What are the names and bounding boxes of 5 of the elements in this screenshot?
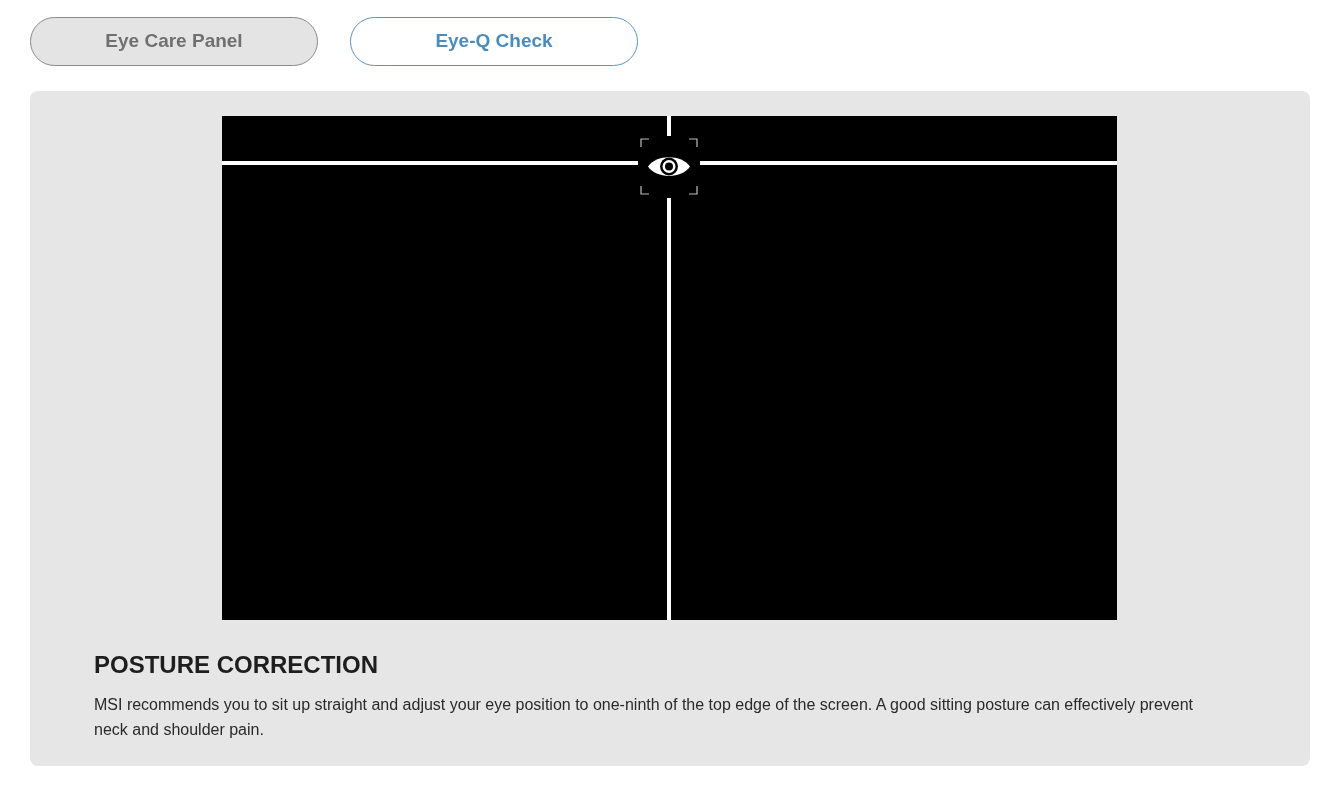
tab[interactable]: Eye-Q Check <box>350 17 638 66</box>
section-description: MSI recommends you to sit up straight and adjust your eye position to one-ninth of the top edge of the screen. A good sitting posture can effectively prevent neck and shoulder pain. <box>94 695 1195 740</box>
section-title: POSTURE CORRECTION <box>94 650 378 680</box>
eye-icon <box>640 138 698 195</box>
tab[interactable]: Eye Care Panel <box>30 17 318 66</box>
